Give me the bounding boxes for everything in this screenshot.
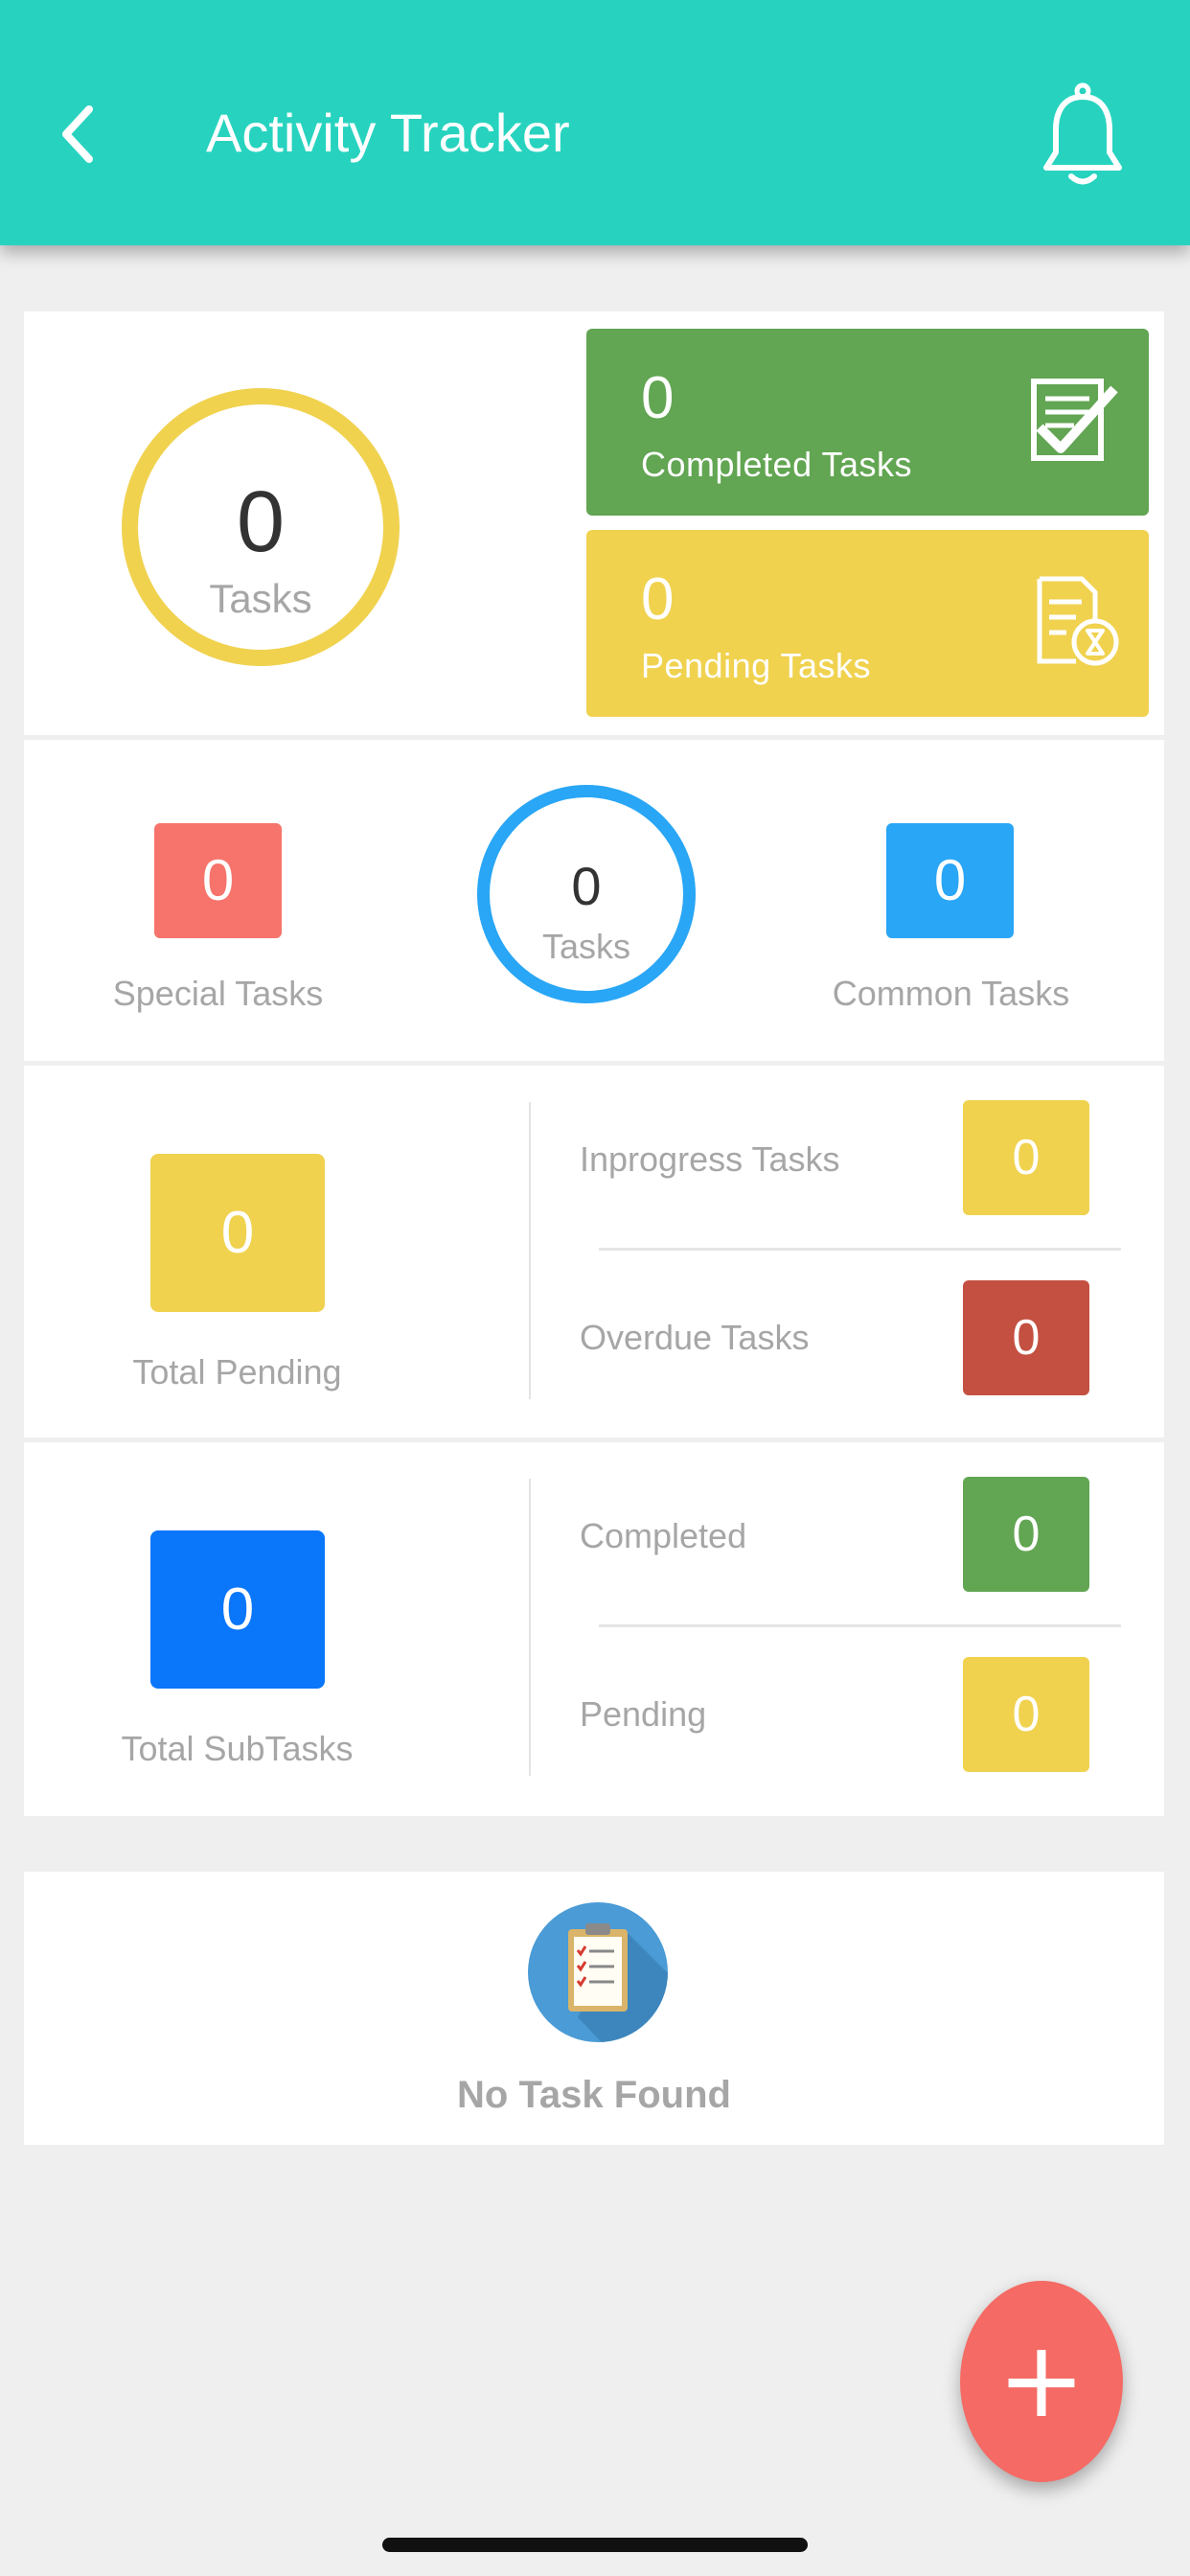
- special-tasks-count[interactable]: 0: [154, 823, 282, 938]
- overdue-tasks-label: Overdue Tasks: [580, 1318, 810, 1357]
- completed-tasks-label: Completed Tasks: [641, 445, 912, 484]
- clipboard-checklist-icon: [528, 1902, 668, 2042]
- add-task-button[interactable]: +: [960, 2281, 1123, 2482]
- inprogress-tasks-label: Inprogress Tasks: [580, 1139, 840, 1179]
- completed-subtasks-label: Completed: [580, 1516, 747, 1555]
- total-tasks-ring: 0 Tasks: [122, 388, 400, 666]
- pending-tasks-label: Pending Tasks: [641, 646, 871, 685]
- total-subtasks-count[interactable]: 0: [150, 1530, 325, 1689]
- category-tasks-count: 0: [571, 856, 602, 916]
- common-tasks-label: Common Tasks: [832, 974, 1070, 1013]
- home-indicator: [382, 2538, 808, 2552]
- total-tasks-label: Tasks: [209, 576, 312, 621]
- document-hourglass-icon: [1037, 576, 1119, 666]
- pending-subtasks-count[interactable]: 0: [963, 1657, 1089, 1772]
- completed-tasks-tile[interactable]: 0 Completed Tasks: [586, 329, 1149, 516]
- vertical-divider: [529, 1102, 531, 1399]
- total-subtasks-label: Total SubTasks: [121, 1729, 354, 1768]
- inprogress-tasks-count[interactable]: 0: [963, 1100, 1089, 1215]
- subtasks-card: 0 Total SubTasks Completed 0 Pending 0: [24, 1442, 1164, 1816]
- total-tasks-count: 0: [236, 474, 286, 570]
- common-tasks-count[interactable]: 0: [886, 823, 1014, 938]
- empty-state-text: No Task Found: [457, 2074, 731, 2116]
- summary-card: 0 Tasks 0 Completed Tasks 0 Pending Task…: [24, 311, 1164, 735]
- category-tasks-ring: 0 Tasks: [477, 785, 696, 1003]
- checklist-icon: [1031, 379, 1118, 461]
- total-pending-count[interactable]: 0: [150, 1154, 325, 1312]
- chevron-left-icon: [62, 105, 93, 163]
- bell-icon: [1043, 82, 1122, 185]
- notifications-button[interactable]: [1040, 81, 1126, 192]
- total-pending-label: Total Pending: [132, 1352, 342, 1392]
- horizontal-divider: [599, 1624, 1121, 1627]
- pending-tasks-count: 0: [641, 566, 675, 632]
- vertical-divider: [529, 1479, 531, 1776]
- category-tasks-label: Tasks: [541, 927, 631, 966]
- pending-tasks-tile[interactable]: 0 Pending Tasks: [586, 530, 1149, 717]
- back-button[interactable]: [53, 96, 110, 172]
- special-tasks-label: Special Tasks: [112, 974, 324, 1013]
- page-title: Activity Tracker: [206, 103, 570, 163]
- empty-state-card: No Task Found: [24, 1872, 1164, 2145]
- completed-subtasks-count[interactable]: 0: [963, 1477, 1089, 1592]
- completed-tasks-count: 0: [641, 365, 675, 431]
- plus-icon: +: [996, 2318, 1087, 2441]
- pending-subtasks-label: Pending: [580, 1694, 707, 1734]
- task-categories-card: 0 Special Tasks 0 Tasks 0 Common Tasks: [24, 740, 1164, 1061]
- horizontal-divider: [599, 1248, 1121, 1251]
- pending-breakdown-card: 0 Total Pending Inprogress Tasks 0 Overd…: [24, 1066, 1164, 1438]
- app-header: Activity Tracker: [0, 0, 1190, 245]
- overdue-tasks-count[interactable]: 0: [963, 1280, 1089, 1395]
